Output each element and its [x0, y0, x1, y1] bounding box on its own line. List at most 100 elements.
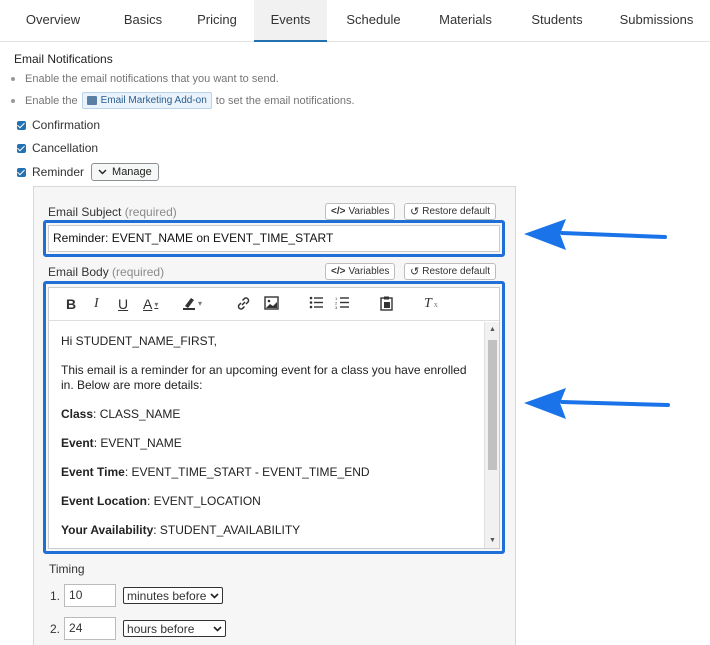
- note-text: Enable the email notifications that you …: [25, 73, 279, 85]
- tab-events[interactable]: Events: [254, 0, 327, 42]
- chevron-down-icon: [213, 625, 222, 632]
- detail-event-time: Event Time: EVENT_TIME_START - EVENT_TIM…: [61, 465, 473, 480]
- email-subject-label: Email Subject (required): [48, 205, 177, 219]
- timing-unit-select[interactable]: hours before: [123, 620, 227, 637]
- restore-icon: ↺: [410, 206, 420, 218]
- email-subject-input[interactable]: Reminder: EVENT_NAME on EVENT_TIME_START: [48, 225, 500, 252]
- detail-value: : CLASS_NAME: [93, 407, 181, 421]
- reminder-label: Reminder: [32, 165, 85, 179]
- cancellation-label: Cancellation: [32, 141, 99, 155]
- detail-key: Event Location: [61, 494, 148, 508]
- cancellation-option: Cancellation: [17, 141, 98, 155]
- detail-key: Event Time: [61, 465, 125, 479]
- timing-value-input[interactable]: 24: [64, 617, 117, 640]
- paste-icon[interactable]: [380, 296, 393, 311]
- editor-content[interactable]: Hi STUDENT_NAME_FIRST, This email is a r…: [49, 322, 485, 548]
- scroll-up-icon[interactable]: ▲: [489, 326, 496, 333]
- tab-schedule[interactable]: Schedule: [327, 0, 420, 41]
- subject-restore-default-button[interactable]: ↺ Restore default: [404, 203, 497, 220]
- timing-index: 2.: [50, 621, 61, 636]
- text-color-icon[interactable]: A ▾: [143, 296, 158, 312]
- tab-pricing[interactable]: Pricing: [180, 0, 254, 41]
- confirmation-checkbox[interactable]: [17, 120, 26, 130]
- detail-value: : STUDENT_AVAILABILITY: [153, 523, 301, 537]
- manage-label: Manage: [112, 166, 152, 178]
- addon-label: Email Marketing Add-on: [100, 95, 207, 106]
- detail-key: Your Availability: [61, 523, 154, 537]
- addon-icon: [86, 96, 97, 105]
- restore-icon: ↺: [410, 266, 420, 278]
- email-marketing-addon-link[interactable]: Email Marketing Add-on: [81, 92, 212, 109]
- clear-formatting-icon[interactable]: Tx: [424, 296, 438, 312]
- bullet-icon: [11, 98, 15, 103]
- chevron-down-icon: [210, 592, 219, 599]
- required-marker: (required): [124, 205, 177, 219]
- detail-value: : EVENT_LOCATION: [147, 494, 261, 508]
- bullet-icon: [11, 77, 15, 81]
- manage-button[interactable]: Manage: [91, 163, 159, 181]
- svg-text:3: 3: [335, 305, 338, 309]
- arrow-left-icon: [524, 388, 670, 419]
- detail-key: Event: [61, 436, 94, 450]
- timing-row-1: 1. 10 minutes before: [50, 584, 224, 607]
- editor-scrollbar[interactable]: ▲ ▼: [484, 322, 499, 548]
- code-icon: </>: [331, 266, 346, 277]
- reminder-checkbox[interactable]: [17, 167, 26, 177]
- reminder-option: Reminder Manage: [17, 163, 159, 181]
- detail-value: : EVENT_TIME_START - EVENT_TIME_END: [124, 465, 370, 479]
- timing-unit-select[interactable]: minutes before: [123, 587, 224, 604]
- email-body-label-text: Email Body: [48, 265, 109, 279]
- timing-row-2: 2. 24 hours before: [50, 617, 227, 640]
- restore-label: Restore default: [422, 206, 491, 217]
- highlight-color-icon[interactable]: ▾: [182, 296, 202, 310]
- body-variables-button[interactable]: </> Variables: [325, 263, 396, 280]
- email-notifications-title: Email Notifications: [14, 52, 113, 66]
- timing-value-input[interactable]: 10: [64, 584, 117, 607]
- link-icon[interactable]: [236, 296, 251, 311]
- tab-basics[interactable]: Basics: [106, 0, 180, 41]
- scroll-thumb[interactable]: [488, 340, 497, 470]
- email-subject-label-text: Email Subject: [48, 205, 122, 219]
- required-marker: (required): [112, 265, 165, 279]
- note-suffix: to set the email notifications.: [215, 94, 355, 107]
- tab-bar: Overview Basics Pricing Events Schedule …: [0, 0, 710, 42]
- tab-submissions[interactable]: Submissions: [603, 0, 710, 41]
- detail-value: : EVENT_NAME: [93, 436, 182, 450]
- editor-toolbar: B I U A ▾ ▾ 123 Tx: [49, 288, 499, 321]
- detail-event: Event: EVENT_NAME: [61, 436, 473, 451]
- bullet-list-icon[interactable]: [309, 296, 323, 309]
- greeting-text: Hi STUDENT_NAME_FIRST,: [61, 334, 218, 348]
- subject-variables-button[interactable]: </> Variables: [325, 203, 396, 220]
- bold-icon[interactable]: B: [66, 296, 76, 312]
- timing-unit-value: minutes before: [127, 588, 207, 603]
- tab-overview[interactable]: Overview: [0, 0, 106, 41]
- detail-key: Class: [61, 407, 94, 421]
- intro-text: This email is a reminder for an upcoming…: [61, 363, 467, 392]
- detail-class: Class: CLASS_NAME: [61, 407, 473, 422]
- variables-label: Variables: [348, 206, 390, 217]
- tab-materials[interactable]: Materials: [420, 0, 511, 41]
- chevron-down-icon: [98, 169, 107, 175]
- confirmation-label: Confirmation: [32, 118, 101, 132]
- timing-label: Timing: [49, 562, 85, 576]
- timing-index: 1.: [50, 588, 61, 603]
- scroll-down-icon[interactable]: ▼: [489, 537, 496, 544]
- timing-unit-value: hours before: [127, 621, 195, 636]
- variables-label: Variables: [348, 266, 390, 277]
- email-body-editor[interactable]: B I U A ▾ ▾ 123 Tx Hi STUDENT_NAME_FIRST…: [48, 287, 500, 549]
- tab-students[interactable]: Students: [511, 0, 603, 41]
- note-addon: Enable the Email Marketing Add-on to set…: [11, 92, 355, 109]
- image-icon[interactable]: [264, 296, 279, 310]
- code-icon: </>: [331, 206, 346, 217]
- restore-label: Restore default: [422, 266, 491, 277]
- note-enable-notifications: Enable the email notifications that you …: [11, 73, 279, 85]
- italic-icon[interactable]: I: [94, 296, 99, 312]
- arrow-left-icon: [524, 219, 667, 250]
- body-restore-default-button[interactable]: ↺ Restore default: [404, 263, 497, 280]
- email-body-label: Email Body (required): [48, 265, 164, 279]
- underline-icon[interactable]: U: [118, 296, 128, 312]
- confirmation-option: Confirmation: [17, 118, 100, 132]
- cancellation-checkbox[interactable]: [17, 143, 26, 153]
- detail-availability: Your Availability: STUDENT_AVAILABILITY: [61, 523, 473, 538]
- numbered-list-icon[interactable]: 123: [335, 296, 349, 309]
